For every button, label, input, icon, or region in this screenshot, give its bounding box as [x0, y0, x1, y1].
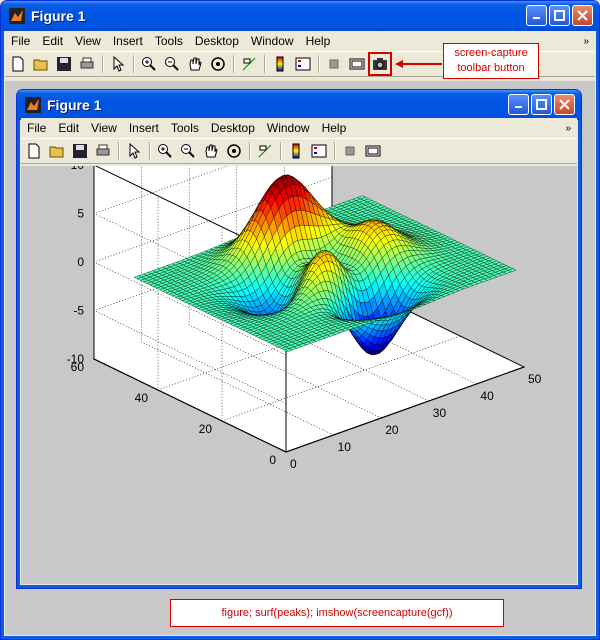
toolbar-separator: [233, 55, 235, 73]
x-tick-label: 50: [528, 372, 542, 386]
legend-icon[interactable]: [308, 140, 330, 162]
menu-edit[interactable]: Edit: [36, 34, 69, 48]
outer-title-bar[interactable]: Figure 1: [1, 1, 599, 31]
inner-toolbar: [21, 138, 577, 164]
minimize-button[interactable]: [508, 94, 529, 115]
inner-title-bar[interactable]: Figure 1: [17, 90, 581, 120]
menu-file[interactable]: File: [21, 121, 52, 135]
y-tick-label: 60: [71, 360, 85, 374]
code-annotation: figure; surf(peaks); imshow(screencaptur…: [170, 599, 504, 627]
x-tick-label: 30: [433, 406, 447, 420]
new-file-icon[interactable]: [23, 140, 45, 162]
legend-icon[interactable]: [292, 53, 314, 75]
menu-edit[interactable]: Edit: [52, 121, 85, 135]
matlab-logo-icon: [9, 8, 25, 24]
callout-line-2: toolbar button: [457, 62, 525, 74]
data-cursor-icon[interactable]: [238, 53, 260, 75]
show-plot-tools-icon[interactable]: [346, 53, 368, 75]
menu-tools[interactable]: Tools: [149, 34, 189, 48]
z-tick-label: 0: [77, 255, 84, 269]
z-tick-label: 5: [77, 207, 84, 221]
callout-arrow: [395, 60, 442, 68]
toolbar-separator: [334, 142, 336, 160]
menu-help[interactable]: Help: [316, 121, 353, 135]
print-icon[interactable]: [92, 140, 114, 162]
rotate-3d-icon[interactable]: [223, 140, 245, 162]
zoom-in-icon[interactable]: [154, 140, 176, 162]
pan-hand-icon[interactable]: [200, 140, 222, 162]
pan-hand-icon[interactable]: [184, 53, 206, 75]
z-tick-label: 10: [71, 166, 85, 172]
open-folder-icon[interactable]: [46, 140, 68, 162]
menu-desktop[interactable]: Desktop: [189, 34, 245, 48]
y-tick-label: 0: [269, 453, 276, 467]
matlab-logo-icon: [25, 97, 41, 113]
print-icon[interactable]: [76, 53, 98, 75]
colorbar-icon[interactable]: [285, 140, 307, 162]
hide-plot-tools-icon[interactable]: [339, 140, 361, 162]
pointer-icon[interactable]: [123, 140, 145, 162]
pointer-icon[interactable]: [107, 53, 129, 75]
inner-figure-window: Figure 1 File Edit View Insert Tools Des…: [16, 79, 582, 589]
hide-plot-tools-icon[interactable]: [323, 53, 345, 75]
menu-tools[interactable]: Tools: [165, 121, 205, 135]
colorbar-icon[interactable]: [269, 53, 291, 75]
toolbar-separator: [264, 55, 266, 73]
zoom-in-icon[interactable]: [138, 53, 160, 75]
y-tick-label: 40: [135, 391, 149, 405]
close-button[interactable]: [554, 94, 575, 115]
toolbar-separator: [280, 142, 282, 160]
menu-desktop[interactable]: Desktop: [205, 121, 261, 135]
y-tick-label: 20: [199, 422, 213, 436]
maximize-button[interactable]: [531, 94, 552, 115]
rotate-3d-icon[interactable]: [207, 53, 229, 75]
z-tick-label: -5: [73, 304, 84, 318]
toolbar-separator: [118, 142, 120, 160]
menu-window[interactable]: Window: [245, 34, 300, 48]
x-tick-label: 20: [385, 423, 399, 437]
callout-line-1: screen-capture: [454, 47, 528, 59]
save-icon[interactable]: [53, 53, 75, 75]
toolbar-separator: [102, 55, 104, 73]
open-folder-icon[interactable]: [30, 53, 52, 75]
window-title: Figure 1: [47, 97, 102, 113]
surface-plot: 1050-5-10020406001020304050: [67, 79, 542, 471]
toolbar-separator: [149, 142, 151, 160]
new-file-icon[interactable]: [7, 53, 29, 75]
menu-insert[interactable]: Insert: [123, 121, 165, 135]
toolbar-separator: [249, 142, 251, 160]
x-tick-label: 10: [338, 440, 352, 454]
maximize-button[interactable]: [549, 5, 570, 26]
menu-overflow-icon[interactable]: »: [565, 123, 571, 134]
close-button[interactable]: [572, 5, 593, 26]
data-cursor-icon[interactable]: [254, 140, 276, 162]
screen-capture-callout: screen-capture toolbar button: [443, 43, 539, 79]
inner-figure-area: 1050-5-10020406001020304050: [21, 79, 577, 584]
toolbar-separator: [133, 55, 135, 73]
menu-view[interactable]: View: [69, 34, 107, 48]
window-title: Figure 1: [31, 8, 86, 24]
inner-menu-bar: File Edit View Insert Tools Desktop Wind…: [21, 118, 577, 138]
menu-insert[interactable]: Insert: [107, 34, 149, 48]
menu-view[interactable]: View: [85, 121, 123, 135]
menu-help[interactable]: Help: [300, 34, 337, 48]
camera-icon[interactable]: [368, 52, 392, 76]
x-tick-label: 40: [480, 389, 494, 403]
zoom-out-icon[interactable]: [161, 53, 183, 75]
menu-window[interactable]: Window: [261, 121, 316, 135]
x-tick-label: 0: [290, 457, 297, 471]
zoom-out-icon[interactable]: [177, 140, 199, 162]
show-plot-tools-icon[interactable]: [362, 140, 384, 162]
menu-overflow-icon[interactable]: »: [583, 36, 589, 47]
save-icon[interactable]: [69, 140, 91, 162]
toolbar-separator: [318, 55, 320, 73]
minimize-button[interactable]: [526, 5, 547, 26]
menu-file[interactable]: File: [5, 34, 36, 48]
